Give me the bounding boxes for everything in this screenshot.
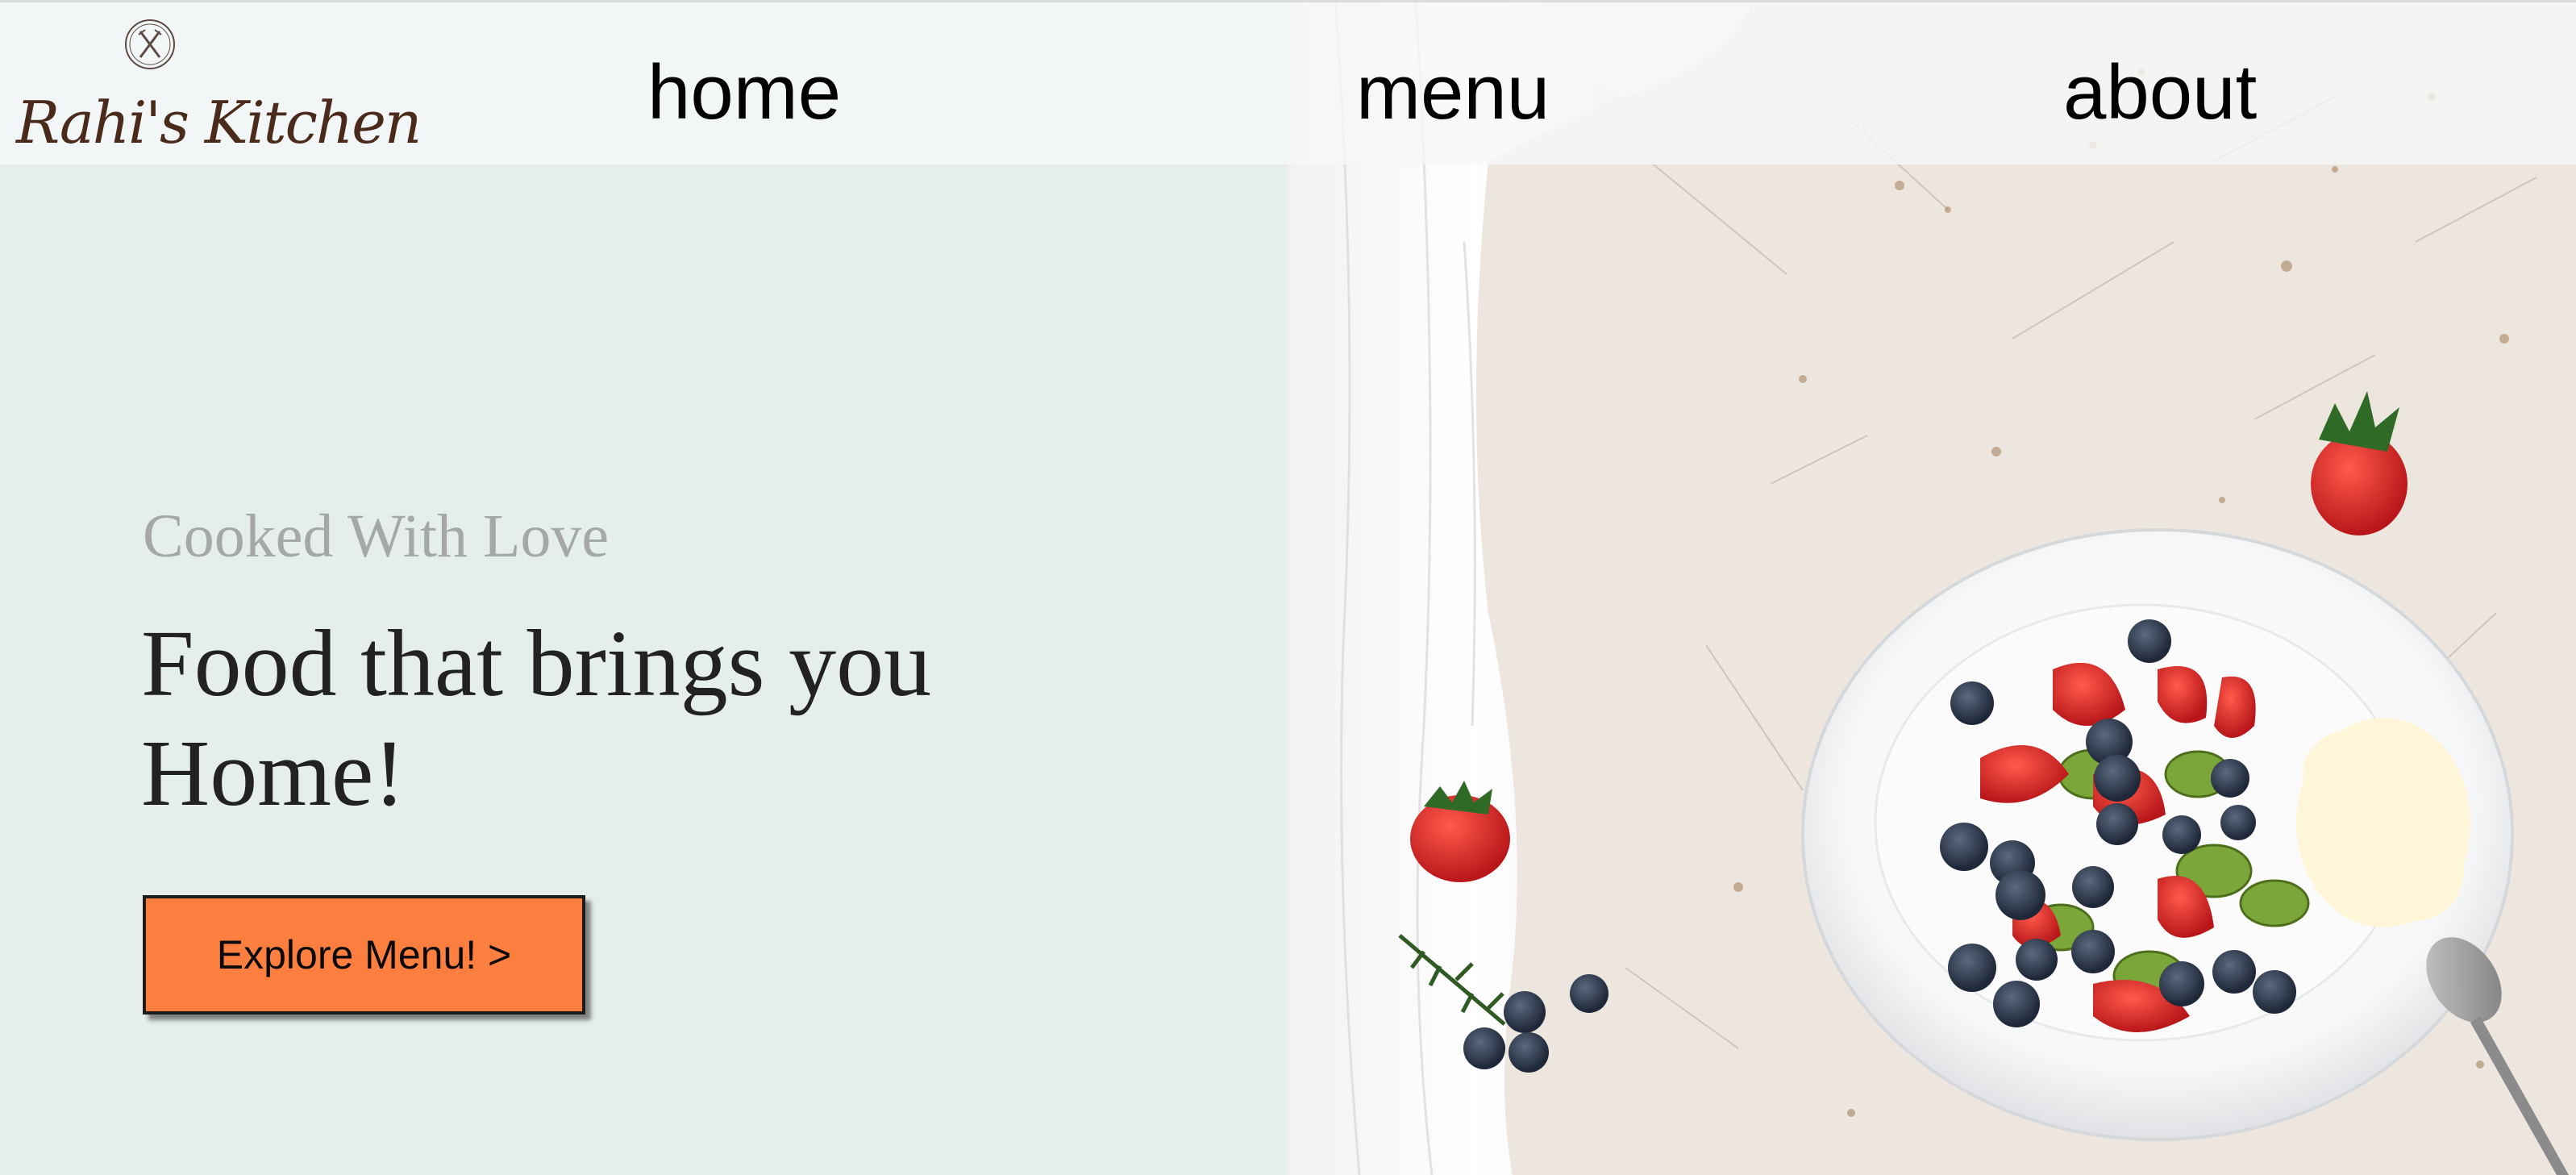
hero-headline: Food that brings you Home! bbox=[141, 610, 932, 826]
explore-menu-button[interactable]: Explore Menu! > bbox=[143, 895, 585, 1015]
nav-link-menu[interactable]: menu bbox=[1356, 54, 1550, 131]
hero-section: Cooked With Love Food that brings you Ho… bbox=[0, 0, 1287, 1175]
top-navbar: Rahi's Kitchen home menu about bbox=[0, 0, 2576, 165]
brand-logo[interactable]: Rahi's Kitchen bbox=[16, 12, 422, 165]
nav-link-about[interactable]: about bbox=[2063, 54, 2257, 131]
hero-image bbox=[1287, 0, 2576, 1175]
nav-link-home[interactable]: home bbox=[647, 54, 841, 131]
brand-logo-text: Rahi's Kitchen bbox=[16, 89, 422, 156]
hero-tagline: Cooked With Love bbox=[143, 502, 610, 570]
landing-page: Cooked With Love Food that brings you Ho… bbox=[0, 0, 2576, 1175]
utensils-emblem-icon bbox=[125, 19, 175, 69]
